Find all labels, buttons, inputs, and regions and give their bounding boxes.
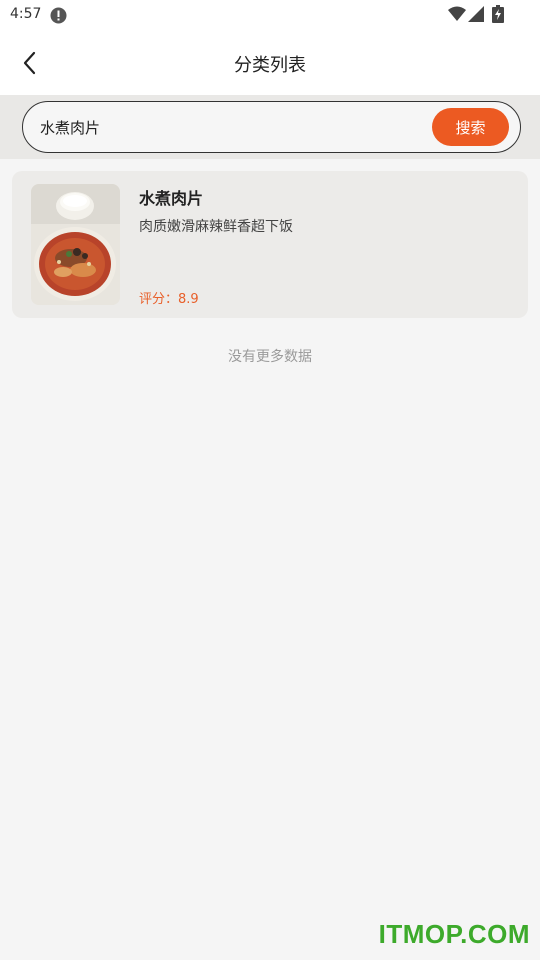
result-card[interactable]: 水煮肉片 肉质嫩滑麻辣鲜香超下饭 评分：8.9 bbox=[12, 171, 528, 318]
search-input[interactable] bbox=[40, 114, 420, 140]
battery-icon bbox=[492, 5, 504, 23]
dish-name: 水煮肉片 bbox=[139, 189, 204, 208]
search-area: 搜索 bbox=[0, 95, 540, 159]
dish-image bbox=[31, 184, 120, 305]
signal-icon bbox=[468, 6, 484, 22]
boiled-pork-slices-photo bbox=[31, 184, 120, 305]
search-button[interactable]: 搜索 bbox=[432, 108, 509, 146]
nav-bar: 分类列表 bbox=[0, 32, 540, 95]
dish-description: 肉质嫩滑麻辣鲜香超下饭 bbox=[139, 219, 293, 235]
wifi-icon bbox=[448, 6, 466, 21]
page-title: 分类列表 bbox=[234, 55, 306, 76]
watermark-logo: ITMOP.COM bbox=[378, 919, 530, 949]
dish-rating: 评分：8.9 bbox=[139, 288, 199, 307]
alert-icon bbox=[50, 7, 67, 24]
rating-value: 8.9 bbox=[178, 292, 199, 307]
no-more-data-text: 没有更多数据 bbox=[228, 349, 312, 365]
rating-label: 评分： bbox=[139, 292, 179, 307]
status-time: 4:57 bbox=[10, 6, 42, 22]
status-bar: 4:57 bbox=[0, 0, 540, 32]
search-box: 搜索 bbox=[22, 101, 521, 153]
